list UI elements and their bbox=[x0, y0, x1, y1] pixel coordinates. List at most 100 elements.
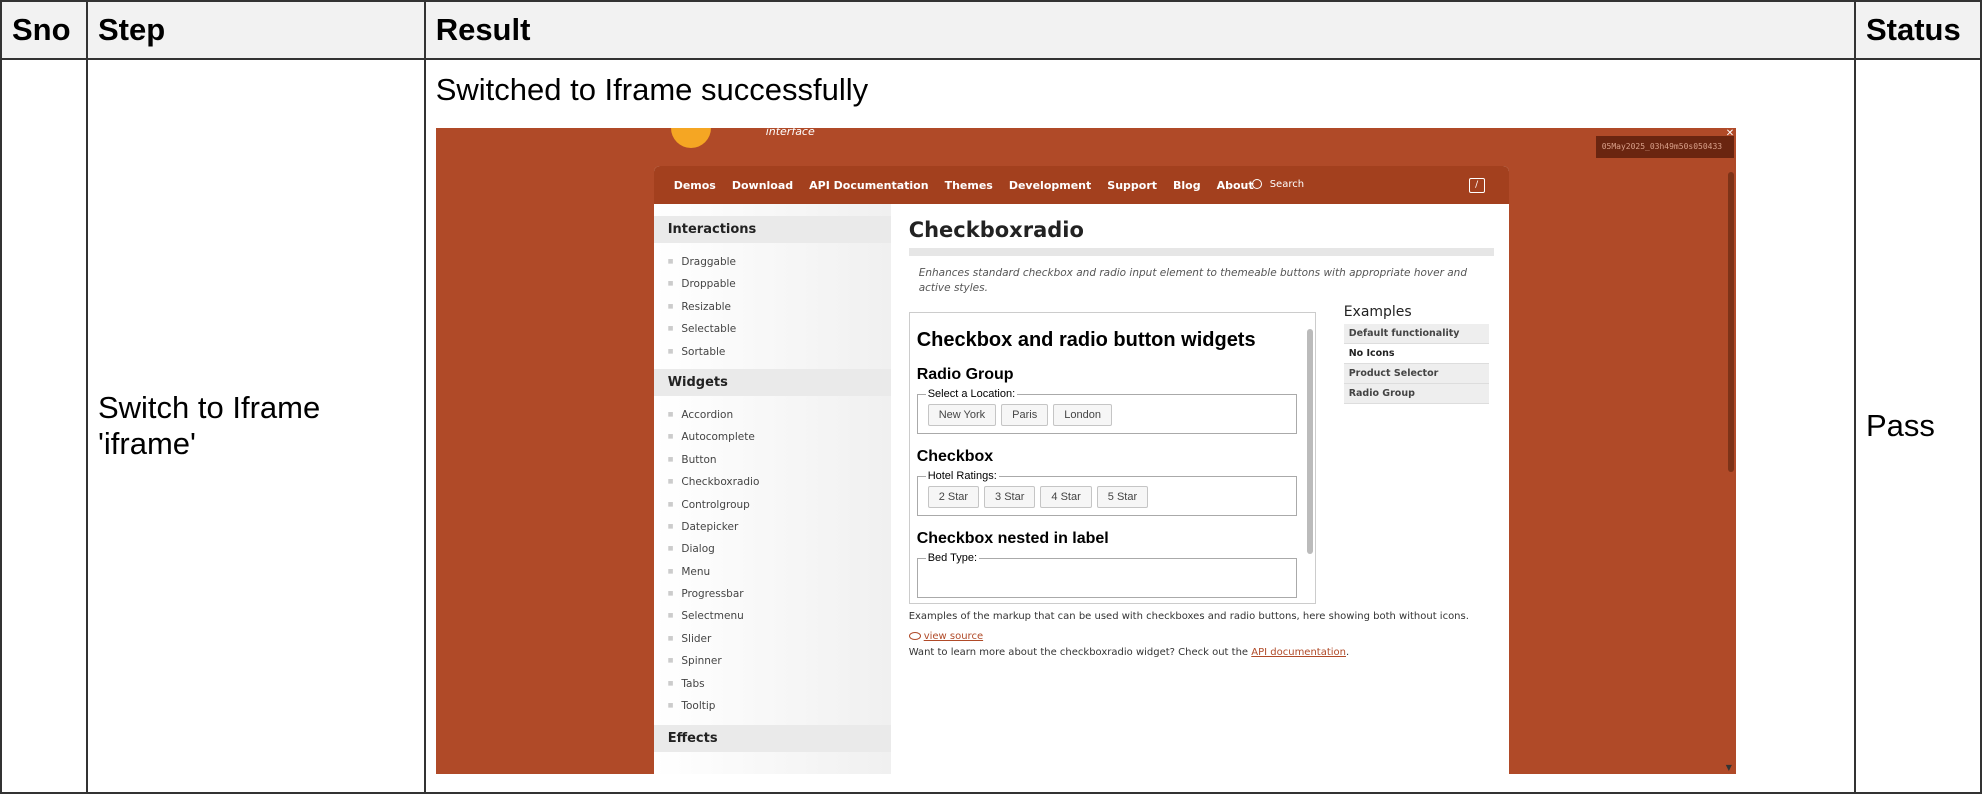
nav-themes[interactable]: Themes bbox=[945, 179, 993, 192]
sidebar-item-tooltip[interactable]: Tooltip bbox=[668, 695, 891, 717]
search-icon bbox=[1251, 179, 1262, 189]
slash-shortcut-icon: / bbox=[1468, 178, 1485, 193]
radio-new-york[interactable]: New York bbox=[927, 404, 997, 426]
jquery-ui-logo: user interface bbox=[670, 128, 815, 148]
logo-subtitle: user interface bbox=[765, 128, 815, 138]
close-icon: ✕ bbox=[1725, 128, 1735, 139]
example-no-icons[interactable]: No Icons bbox=[1343, 344, 1489, 364]
nav-development[interactable]: Development bbox=[1009, 179, 1091, 192]
sidebar-item-autocomplete[interactable]: Autocomplete bbox=[668, 426, 891, 448]
sidebar-item-sortable[interactable]: Sortable bbox=[668, 341, 891, 363]
sidebar-heading-widgets: Widgets bbox=[653, 368, 891, 396]
nav-download[interactable]: Download bbox=[732, 179, 793, 192]
sidebar-item-checkboxradio[interactable]: Checkboxradio bbox=[668, 471, 891, 493]
rating-checkboxes: 2 Star 3 Star 4 Star 5 Star bbox=[927, 486, 1153, 508]
sidebar-item-droppable[interactable]: Droppable bbox=[668, 273, 891, 295]
sidebar-interactions-list: Draggable Droppable Resizable Selectable… bbox=[654, 251, 891, 363]
top-navbar: Demos Download API Documentation Themes … bbox=[653, 166, 1509, 204]
search-placeholder: Search bbox=[1269, 179, 1305, 190]
nav-api-documentation[interactable]: API Documentation bbox=[809, 179, 928, 192]
demo-footer-text: Examples of the markup that can be used … bbox=[908, 611, 1469, 622]
header-result: Result bbox=[423, 0, 1856, 60]
page-description: Enhances standard checkbox and radio inp… bbox=[918, 267, 1467, 294]
header-sno: Sno bbox=[0, 0, 88, 60]
sidebar-item-tabs[interactable]: Tabs bbox=[668, 673, 891, 695]
demo-footer: Examples of the markup that can be used … bbox=[908, 609, 1494, 661]
demo-frame: Checkbox and radio button widgets Radio … bbox=[908, 312, 1316, 604]
sidebar-item-spinner[interactable]: Spinner bbox=[668, 650, 891, 672]
search-input[interactable]: Search bbox=[1244, 175, 1474, 195]
sidebar-item-slider[interactable]: Slider bbox=[668, 628, 891, 650]
checkbox-2-star[interactable]: 2 Star bbox=[927, 486, 980, 508]
sidebar-item-button[interactable]: Button bbox=[668, 449, 891, 471]
nav-blog[interactable]: Blog bbox=[1173, 179, 1201, 192]
api-documentation-link[interactable]: API documentation bbox=[1251, 647, 1346, 658]
radio-london[interactable]: London bbox=[1053, 404, 1112, 426]
sidebar-widgets-list: Accordion Autocomplete Button Checkboxra… bbox=[654, 404, 891, 717]
sidebar-item-datepicker[interactable]: Datepicker bbox=[668, 516, 891, 538]
radio-paris[interactable]: Paris bbox=[1001, 404, 1049, 426]
nav-demos[interactable]: Demos bbox=[674, 179, 716, 192]
header-status: Status bbox=[1853, 0, 1982, 60]
learn-more-period: . bbox=[1346, 647, 1350, 658]
checkbox-3-star[interactable]: 3 Star bbox=[984, 486, 1036, 508]
sidebar-item-selectmenu[interactable]: Selectmenu bbox=[668, 605, 891, 627]
demo-scrollbar[interactable] bbox=[1306, 315, 1313, 601]
ratings-legend: Hotel Ratings: bbox=[925, 470, 999, 482]
location-legend: Select a Location: bbox=[925, 388, 1018, 400]
result-caption: Switched to Iframe successfully bbox=[435, 72, 869, 107]
table-row: Switch to Iframe 'iframe' Switched to If… bbox=[0, 58, 1982, 794]
timestamp-overlay: 05May2025_03h49m50s050433 bbox=[1595, 136, 1734, 158]
sno-cell bbox=[0, 58, 88, 794]
sidebar-item-controlgroup[interactable]: Controlgroup bbox=[668, 494, 891, 516]
bed-type-legend: Bed Type: bbox=[925, 552, 980, 564]
logo-mark-icon bbox=[670, 128, 711, 148]
demo-title: Checkbox and radio button widgets bbox=[916, 329, 1256, 351]
result-cell: Switched to Iframe successfully user int… bbox=[423, 58, 1856, 794]
scroll-down-arrow-icon[interactable]: ▼ bbox=[1726, 763, 1732, 772]
sidebar-item-dialog[interactable]: Dialog bbox=[668, 538, 891, 560]
nav-items: Demos Download API Documentation Themes … bbox=[674, 166, 1270, 204]
sidebar-item-menu[interactable]: Menu bbox=[668, 561, 891, 583]
demo-scrollbar-thumb[interactable] bbox=[1306, 329, 1313, 554]
checkbox-heading: Checkbox bbox=[916, 448, 994, 465]
examples-panel: Examples Default functionality No Icons … bbox=[1343, 304, 1489, 404]
result-screenshot: user interface 05May2025_03h49m50s050433… bbox=[435, 128, 1736, 774]
examples-heading: Examples bbox=[1343, 304, 1412, 320]
header-row: Sno Step Result Status bbox=[0, 0, 1982, 60]
learn-more-text: Want to learn more about the checkboxrad… bbox=[908, 647, 1249, 658]
view-source-link[interactable]: view source bbox=[924, 631, 983, 642]
example-product-selector[interactable]: Product Selector bbox=[1343, 364, 1489, 384]
sidebar-heading-effects: Effects bbox=[653, 725, 891, 753]
nested-label-heading: Checkbox nested in label bbox=[916, 530, 1109, 547]
main-content: Checkboxradio Enhances standard checkbox… bbox=[908, 204, 1494, 658]
status-cell: Pass bbox=[1853, 58, 1982, 794]
page-scrollbar[interactable]: ▼ bbox=[1725, 158, 1736, 774]
bed-type-fieldset: Bed Type: bbox=[916, 552, 1297, 598]
jqueryui-page: Demos Download API Documentation Themes … bbox=[653, 166, 1509, 774]
radio-group-heading: Radio Group bbox=[916, 366, 1014, 383]
sidebar: Interactions Draggable Droppable Resizab… bbox=[653, 204, 891, 774]
location-fieldset: Select a Location: New York Paris London bbox=[916, 388, 1297, 434]
sidebar-item-draggable[interactable]: Draggable bbox=[668, 251, 891, 273]
sidebar-item-resizable[interactable]: Resizable bbox=[668, 296, 891, 318]
sidebar-item-selectable[interactable]: Selectable bbox=[668, 318, 891, 340]
learn-more-row: Want to learn more about the checkboxrad… bbox=[909, 645, 1494, 661]
test-report-table: Sno Step Result Status Switch to Iframe … bbox=[0, 0, 1982, 794]
page-title: Checkboxradio bbox=[908, 218, 1494, 256]
eye-icon bbox=[908, 632, 921, 640]
ratings-fieldset: Hotel Ratings: 2 Star 3 Star 4 Star 5 St… bbox=[916, 470, 1297, 516]
sidebar-item-accordion[interactable]: Accordion bbox=[668, 404, 891, 426]
sidebar-heading-interactions: Interactions bbox=[653, 216, 891, 243]
step-cell: Switch to Iframe 'iframe' bbox=[85, 58, 426, 794]
example-default-functionality[interactable]: Default functionality bbox=[1343, 324, 1489, 344]
example-radio-group[interactable]: Radio Group bbox=[1343, 384, 1489, 404]
checkbox-4-star[interactable]: 4 Star bbox=[1040, 486, 1092, 508]
header-step: Step bbox=[85, 0, 426, 60]
scrollbar-thumb[interactable] bbox=[1727, 172, 1734, 472]
checkbox-5-star[interactable]: 5 Star bbox=[1096, 486, 1149, 508]
sidebar-item-progressbar[interactable]: Progressbar bbox=[668, 583, 891, 605]
view-source-row: view source bbox=[908, 629, 1494, 645]
nav-support[interactable]: Support bbox=[1107, 179, 1157, 192]
location-radio-buttons: New York Paris London bbox=[927, 404, 1117, 426]
